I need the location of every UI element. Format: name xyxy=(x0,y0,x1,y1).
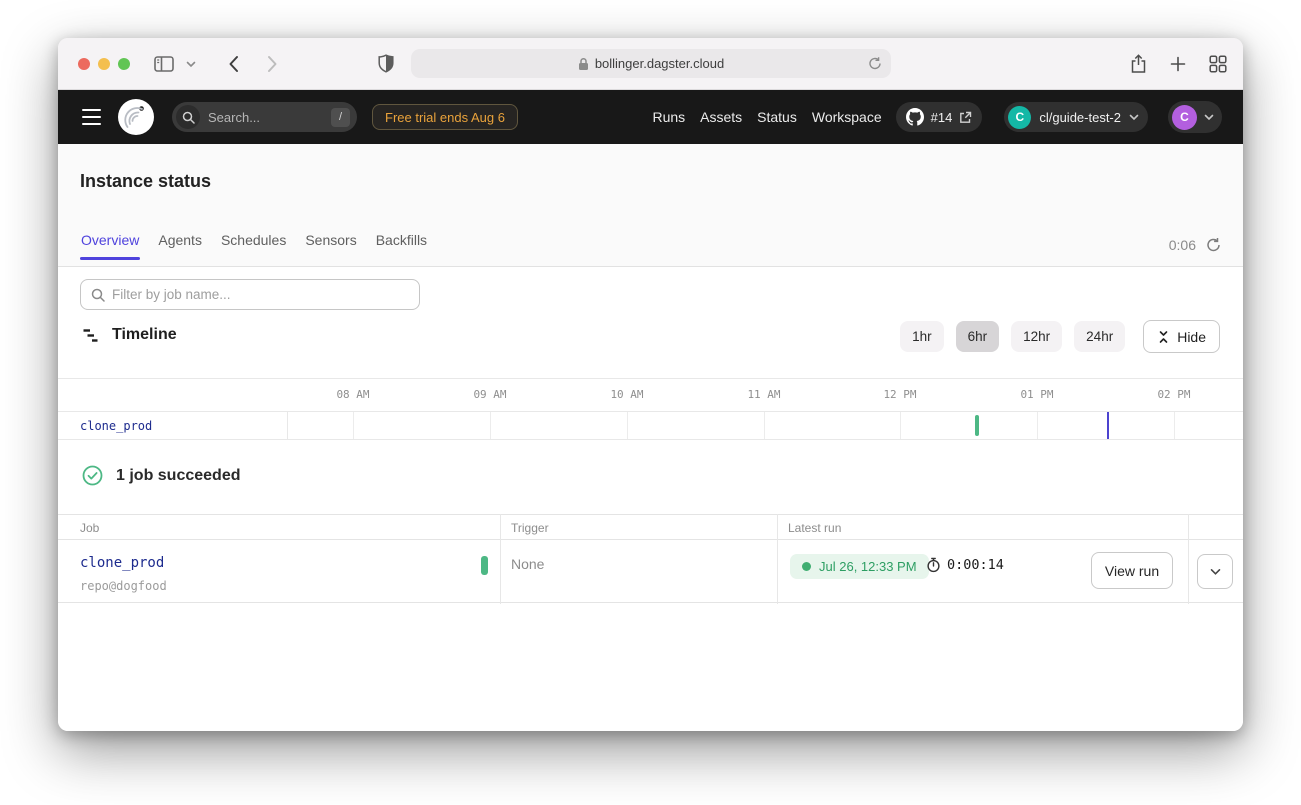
menu-icon[interactable] xyxy=(82,109,101,125)
hour-label: 10 AM xyxy=(610,388,643,401)
timeline-icon xyxy=(82,327,99,344)
jobs-summary: 1 job succeeded xyxy=(82,465,241,486)
main-content: Timeline 1hr 6hr 12hr 24hr Hide 08 AM 09… xyxy=(58,267,1243,731)
job-status-bar[interactable] xyxy=(481,556,488,575)
back-button[interactable] xyxy=(228,55,239,73)
collapse-icon xyxy=(1157,330,1170,344)
browser-toolbar: bollinger.dagster.cloud xyxy=(58,38,1243,90)
stopwatch-icon xyxy=(926,557,941,573)
row-menu-button[interactable] xyxy=(1197,554,1233,589)
tab-bar: Overview Agents Schedules Sensors Backfi… xyxy=(80,232,428,266)
hour-label: 02 PM xyxy=(1157,388,1190,401)
search-icon xyxy=(176,105,200,129)
close-window-button[interactable] xyxy=(78,58,90,70)
deployment-switcher[interactable]: C cl/guide-test-2 xyxy=(1004,102,1148,132)
deployment-name: cl/guide-test-2 xyxy=(1039,110,1121,125)
refresh-countdown: 0:06 xyxy=(1169,237,1196,253)
github-icon xyxy=(906,108,924,126)
global-search-input[interactable]: Search... / xyxy=(172,102,357,132)
sidebar-toggle-icon[interactable] xyxy=(154,56,174,72)
page-header: Instance status Overview Agents Schedule… xyxy=(58,144,1243,267)
job-link[interactable]: clone_prod xyxy=(80,555,164,571)
page-title: Instance status xyxy=(80,171,211,192)
range-button-24hr[interactable]: 24hr xyxy=(1074,321,1125,352)
job-filter[interactable] xyxy=(80,279,420,310)
table-row: clone_prod repo@dogfood None Jul 26, 12:… xyxy=(58,540,1243,603)
table-header: Job Trigger Latest run xyxy=(58,514,1243,540)
privacy-shield-icon[interactable] xyxy=(378,54,394,73)
hide-label: Hide xyxy=(1177,329,1206,345)
zoom-window-button[interactable] xyxy=(118,58,130,70)
chevron-down-icon xyxy=(1210,568,1221,576)
hour-label: 01 PM xyxy=(1020,388,1053,401)
address-bar-url: bollinger.dagster.cloud xyxy=(595,56,724,71)
search-icon xyxy=(91,288,105,302)
run-duration: 0:00:14 xyxy=(926,557,1004,573)
external-link-icon xyxy=(959,111,972,124)
new-tab-icon[interactable] xyxy=(1170,56,1186,72)
job-filter-input[interactable] xyxy=(112,287,409,302)
jobs-summary-text: 1 job succeeded xyxy=(116,467,241,485)
timeline-job-label[interactable]: clone_prod xyxy=(80,419,152,433)
latest-run-badge[interactable]: Jul 26, 12:33 PM xyxy=(790,554,929,579)
run-duration-value: 0:00:14 xyxy=(947,557,1004,573)
lock-icon xyxy=(578,57,589,71)
jobs-table: Job Trigger Latest run clone_prod repo@d… xyxy=(58,514,1243,604)
timeline-hour-axis: 08 AM 09 AM 10 AM 11 AM 12 PM 01 PM 02 P… xyxy=(58,378,1243,412)
github-version-pill[interactable]: #14 xyxy=(896,102,983,132)
tab-sensors[interactable]: Sensors xyxy=(304,232,357,266)
nav-workspace[interactable]: Workspace xyxy=(812,109,882,125)
refresh-icon[interactable] xyxy=(1206,237,1221,253)
column-job: Job xyxy=(80,521,99,535)
nav-assets[interactable]: Assets xyxy=(700,109,742,125)
app-header: Search... / Free trial ends Aug 6 Runs A… xyxy=(58,90,1243,144)
current-time-marker xyxy=(1107,412,1109,439)
deployment-avatar: C xyxy=(1008,106,1031,129)
share-icon[interactable] xyxy=(1130,54,1147,74)
reload-icon[interactable] xyxy=(868,56,882,71)
tab-schedules[interactable]: Schedules xyxy=(220,232,287,266)
tab-agents[interactable]: Agents xyxy=(157,232,203,266)
search-placeholder: Search... xyxy=(208,110,260,125)
tab-overview[interactable]: Overview xyxy=(80,232,140,266)
check-circle-icon xyxy=(82,465,103,486)
chevron-down-icon xyxy=(1204,114,1214,121)
address-bar[interactable]: bollinger.dagster.cloud xyxy=(411,49,891,78)
run-status-dot xyxy=(802,562,811,571)
column-trigger: Trigger xyxy=(511,521,549,535)
hour-label: 09 AM xyxy=(473,388,506,401)
hour-label: 08 AM xyxy=(336,388,369,401)
hour-label: 11 AM xyxy=(747,388,780,401)
column-latest-run: Latest run xyxy=(788,521,841,535)
job-repo-label: repo@dogfood xyxy=(80,579,167,593)
search-shortcut-key: / xyxy=(331,108,350,127)
run-success-marker[interactable] xyxy=(975,415,979,436)
minimize-window-button[interactable] xyxy=(98,58,110,70)
dagster-logo[interactable] xyxy=(118,99,154,135)
nav-status[interactable]: Status xyxy=(757,109,797,125)
user-menu[interactable]: C xyxy=(1168,101,1222,133)
timeline-title: Timeline xyxy=(112,326,177,344)
browser-window: bollinger.dagster.cloud xyxy=(58,38,1243,731)
range-button-12hr[interactable]: 12hr xyxy=(1011,321,1062,352)
window-controls xyxy=(78,58,130,70)
range-button-6hr[interactable]: 6hr xyxy=(956,321,1000,352)
view-run-button[interactable]: View run xyxy=(1091,552,1173,589)
trial-badge[interactable]: Free trial ends Aug 6 xyxy=(372,104,518,130)
hide-timeline-button[interactable]: Hide xyxy=(1143,320,1220,353)
hour-label: 12 PM xyxy=(883,388,916,401)
timeline-chart: 08 AM 09 AM 10 AM 11 AM 12 PM 01 PM 02 P… xyxy=(58,378,1243,440)
nav-runs[interactable]: Runs xyxy=(652,109,685,125)
tab-overview-icon[interactable] xyxy=(1209,55,1227,73)
forward-button[interactable] xyxy=(267,55,278,73)
chevron-down-icon xyxy=(1129,114,1139,121)
tab-backfills[interactable]: Backfills xyxy=(375,232,428,266)
trigger-value: None xyxy=(511,556,544,572)
sidebar-chevron-down-icon[interactable] xyxy=(186,61,196,68)
latest-run-date: Jul 26, 12:33 PM xyxy=(819,559,917,574)
github-ref: #14 xyxy=(931,110,953,125)
range-button-1hr[interactable]: 1hr xyxy=(900,321,944,352)
timeline-row-clone-prod: clone_prod xyxy=(58,412,1243,440)
user-avatar: C xyxy=(1172,105,1197,130)
